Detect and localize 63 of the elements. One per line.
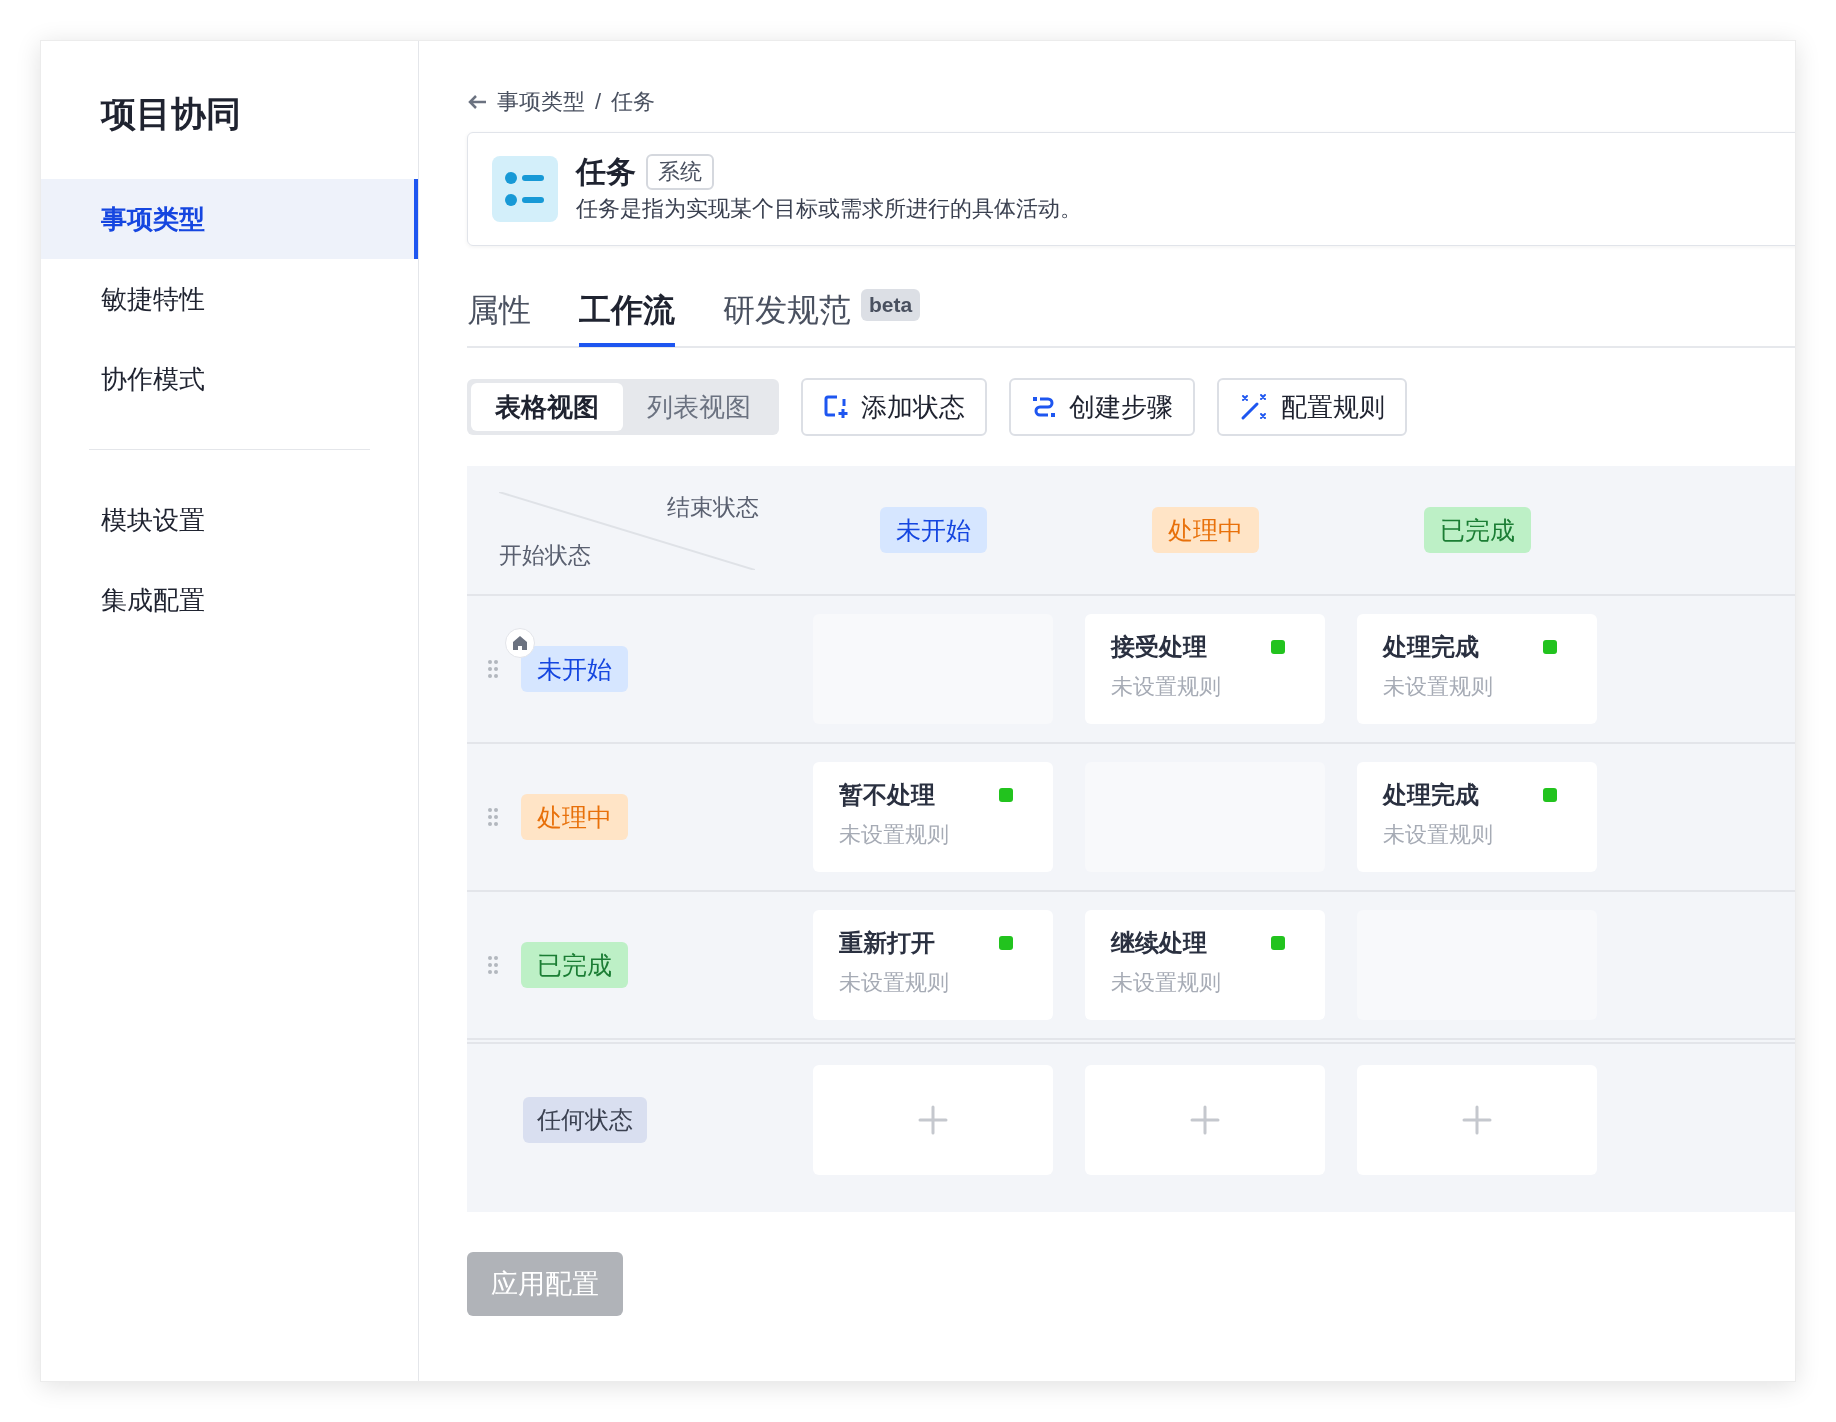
drag-handle-icon[interactable] <box>487 807 499 827</box>
magic-wand-icon <box>1239 392 1269 422</box>
end-state-label: 结束状态 <box>667 493 759 522</box>
list-icon <box>492 156 558 222</box>
add-transition-button[interactable] <box>1357 1065 1597 1175</box>
rule-text: 未设置规则 <box>839 821 950 849</box>
tab[interactable]: 研发规范 <box>723 277 851 347</box>
add-transition-button[interactable] <box>1085 1065 1325 1175</box>
status-tag: 已完成 <box>1423 507 1531 553</box>
back-arrow-icon[interactable] <box>467 93 487 110</box>
plus-icon <box>918 1105 948 1135</box>
plus-icon <box>1462 1105 1492 1135</box>
status-tag: 处理中 <box>521 794 628 840</box>
transition-card[interactable]: 处理完成 未设置规则 <box>1357 762 1597 872</box>
transition-card[interactable]: 暂不处理 未设置规则 <box>813 762 1053 872</box>
rule-text: 未设置规则 <box>1111 969 1222 997</box>
breadcrumb-item[interactable]: 事项类型 <box>497 85 585 118</box>
drag-handle-icon[interactable] <box>487 955 499 975</box>
rule-text: 未设置规则 <box>839 969 950 997</box>
transition-card[interactable]: 重新打开 未设置规则 <box>813 910 1053 1020</box>
rule-text: 未设置规则 <box>1111 673 1222 701</box>
drag-handle-icon[interactable] <box>487 659 499 679</box>
view-option[interactable]: 列表视图 <box>623 383 775 431</box>
add-square-icon <box>823 394 849 420</box>
app-title: 项目协同 <box>99 93 242 135</box>
plus-icon <box>1190 1105 1220 1135</box>
transition-name: 暂不处理 <box>839 780 935 810</box>
transition-name: 处理完成 <box>1383 632 1479 662</box>
route-icon <box>1031 395 1057 419</box>
transition-name: 继续处理 <box>1111 928 1207 958</box>
any-state-tag: 任何状态 <box>523 1097 647 1143</box>
sidebar-item[interactable]: 事项类型 <box>41 179 418 259</box>
transition-name: 接受处理 <box>1111 632 1207 662</box>
sidebar-item[interactable]: 集成配置 <box>41 560 418 640</box>
sidebar-item[interactable]: 协作模式 <box>41 339 418 419</box>
status-tag: 未开始 <box>521 646 628 692</box>
rule-text: 未设置规则 <box>1383 673 1494 701</box>
system-badge: 系统 <box>646 154 714 190</box>
status-tag: 未开始 <box>879 507 987 553</box>
status-tag: 处理中 <box>1151 507 1259 553</box>
beta-badge: beta <box>861 289 921 321</box>
add-transition-button[interactable] <box>813 1065 1053 1175</box>
transition-name: 处理完成 <box>1383 780 1479 810</box>
toolbar-button[interactable]: 配置规则 <box>1217 378 1407 436</box>
start-state-label: 开始状态 <box>499 541 591 570</box>
status-tag: 已完成 <box>521 942 628 988</box>
tab[interactable]: 工作流 <box>579 277 675 347</box>
breadcrumb-separator: / <box>595 88 602 116</box>
sidebar-item[interactable]: 模块设置 <box>41 480 418 560</box>
home-icon <box>505 628 535 658</box>
rule-text: 未设置规则 <box>1383 821 1494 849</box>
type-title: 任务 <box>576 154 636 190</box>
transition-name: 重新打开 <box>839 928 935 958</box>
breadcrumb-item: 任务 <box>611 88 656 116</box>
view-option[interactable]: 表格视图 <box>471 383 623 431</box>
sidebar-item[interactable]: 敏捷特性 <box>41 259 418 339</box>
transition-card[interactable]: 继续处理 未设置规则 <box>1085 910 1325 1020</box>
type-description: 任务是指为实现某个目标或需求所进行的具体活动。 <box>576 195 1082 223</box>
toolbar-button[interactable]: 添加状态 <box>801 378 987 436</box>
transition-card[interactable]: 处理完成 未设置规则 <box>1357 614 1597 724</box>
toolbar-button[interactable]: 创建步骤 <box>1009 378 1195 436</box>
transition-card[interactable]: 接受处理 未设置规则 <box>1085 614 1325 724</box>
tab[interactable]: 属性 <box>467 277 531 347</box>
